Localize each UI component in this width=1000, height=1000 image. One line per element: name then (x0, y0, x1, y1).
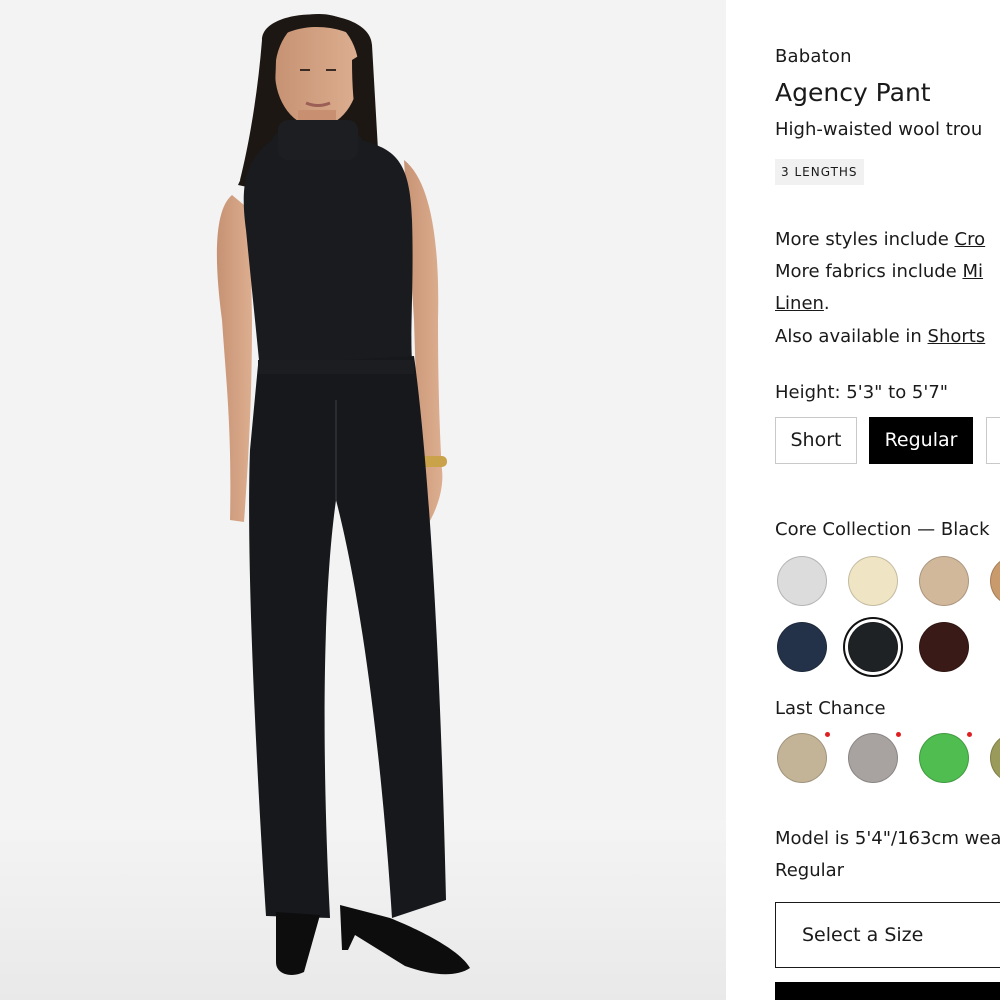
model-size-note: Model is 5'4"/163cm wea (775, 828, 1000, 849)
swatch-green[interactable] (919, 733, 969, 783)
core-collection-label: Core Collection — Black (775, 519, 990, 540)
model-illustration (0, 0, 726, 1000)
sale-indicator-dot (967, 732, 972, 737)
swatch-olive[interactable] (990, 733, 1000, 783)
swatch-light-grey[interactable] (777, 556, 827, 606)
sale-indicator-dot (896, 732, 901, 737)
shorts-link[interactable]: Shorts (928, 326, 986, 347)
more-styles-line: More styles include Cro (775, 229, 985, 250)
product-details-panel: Babaton Agency Pant High-waisted wool tr… (726, 0, 1000, 1000)
also-available-line: Also available in Shorts (775, 326, 985, 347)
size-select-dropdown[interactable]: Select a Size (775, 902, 1000, 968)
swatch-grey[interactable] (848, 733, 898, 783)
fabrics-period: . (823, 293, 830, 314)
more-styles-link[interactable]: Cro (955, 229, 986, 250)
swatch-tan[interactable] (919, 556, 969, 606)
linen-fabric-link[interactable]: Linen (775, 293, 824, 314)
also-available-text: Also available in (775, 326, 928, 347)
product-image[interactable] (0, 0, 726, 1000)
swatch-khaki[interactable] (777, 733, 827, 783)
swatch-dark-brown[interactable] (919, 622, 969, 672)
height-label: Height: 5'3" to 5'7" (775, 382, 949, 403)
more-fabrics-line-2: Linen. (775, 293, 830, 314)
product-subtitle: High-waisted wool trou (775, 119, 983, 140)
add-to-bag-bar[interactable] (775, 982, 1000, 1000)
swatch-cream[interactable] (848, 556, 898, 606)
swatch-camel[interactable] (990, 556, 1000, 606)
more-fabrics-text: More fabrics include (775, 261, 963, 282)
more-fabrics-link[interactable]: Mi (962, 261, 983, 282)
more-styles-text: More styles include (775, 229, 955, 250)
brand-name[interactable]: Babaton (775, 46, 852, 67)
swatch-navy[interactable] (777, 622, 827, 672)
product-title: Agency Pant (775, 78, 931, 107)
model-length-note: Regular (775, 860, 845, 881)
length-option-short[interactable]: Short (775, 417, 857, 464)
more-fabrics-line: More fabrics include Mi (775, 261, 983, 282)
last-chance-label: Last Chance (775, 698, 886, 719)
length-option-tall[interactable] (986, 417, 1000, 464)
lengths-badge: 3 LENGTHS (775, 159, 864, 185)
sale-indicator-dot (825, 732, 830, 737)
length-option-regular[interactable]: Regular (869, 417, 973, 464)
swatch-black[interactable] (848, 622, 898, 672)
